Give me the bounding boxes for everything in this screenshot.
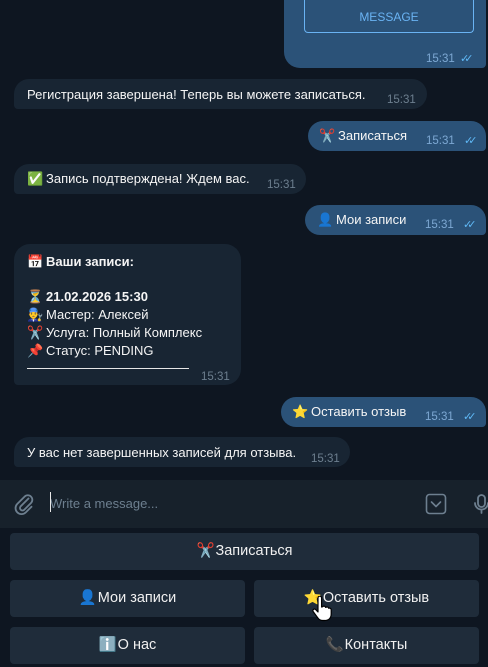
booking-service: ✂️ Услуга: Полный Комплекс	[27, 324, 202, 342]
keyboard-button-contacts[interactable]: 📞Контакты	[254, 627, 479, 664]
read-checkmarks-icon: ✓✓	[463, 219, 477, 231]
info-icon: ℹ️	[98, 637, 117, 654]
keyboard-button-book[interactable]: ✂️Записаться	[10, 533, 479, 570]
bookings-header-label: Ваши записи:	[46, 254, 134, 269]
message-outgoing-with-button: MESSAGE 15:31 ✓✓	[284, 0, 486, 68]
message-incoming-bookings: 📅 Ваши записи: ⏳ 21.02.2026 15:30 👨‍🔧 Масте…	[14, 244, 241, 385]
message-label: Записаться	[338, 128, 408, 143]
message-text: Регистрация завершена! Теперь вы можете …	[27, 87, 366, 102]
booking-date: ⏳ 21.02.2026 15:30	[27, 288, 148, 306]
message-time: 15:31	[311, 453, 340, 465]
message-text: ✅ Запись подтверждена! Ждем вас.	[27, 170, 250, 188]
check-mark-icon: ✅	[27, 171, 44, 186]
message-text: У вас нет завершенных записей для отзыва…	[27, 445, 297, 460]
message-time: 15:31	[201, 371, 230, 383]
message-time: 15:31	[267, 179, 296, 191]
message-input[interactable]: Write a message...	[50, 494, 410, 514]
keyboard-button-label: Записаться	[215, 543, 293, 559]
scissors-icon: ✂️	[196, 543, 215, 560]
booking-date-label: 21.02.2026 15:30	[46, 289, 148, 304]
message-label: Запись подтверждена! Ждем вас.	[46, 171, 250, 186]
message-incoming: У вас нет завершенных записей для отзыва…	[14, 437, 350, 467]
message-composer: Write a message...	[0, 480, 488, 528]
keyboard-button-about[interactable]: ℹ️О нас	[10, 627, 245, 664]
star-icon: ⭐	[292, 404, 309, 419]
booking-master: 👨‍🔧 Мастер: Алексей	[27, 306, 149, 324]
hourglass-icon: ⏳	[27, 289, 44, 304]
reply-keyboard: ✂️Записаться 👤Мои записи ⭐Оставить отзыв…	[0, 528, 488, 667]
scissors-icon: ✂️	[27, 325, 44, 340]
booking-status-label: Статус: PENDING	[46, 343, 154, 358]
user-icon: 👤	[78, 590, 97, 607]
scissors-icon: ✂️	[319, 128, 336, 143]
read-checkmarks-icon: ✓✓	[460, 53, 474, 65]
keyboard-button-label: Оставить отзыв	[322, 590, 430, 606]
message-label: Мои записи	[336, 212, 407, 227]
message-outgoing: 👤 Мои записи 15:31 ✓✓	[305, 205, 486, 235]
pushpin-icon: 📌	[27, 343, 44, 358]
message-time: 15:31	[425, 411, 454, 423]
hand-pointer-cursor-icon	[312, 595, 332, 622]
message-text: 👤 Мои записи	[317, 211, 406, 229]
message-incoming: ✅ Запись подтверждена! Ждем вас. 15:31	[14, 164, 306, 194]
chat-history[interactable]: MESSAGE 15:31 ✓✓ Регистрация завершена! …	[0, 0, 488, 480]
keyboard-button-my-bookings[interactable]: 👤Мои записи	[10, 580, 245, 617]
keyboard-button-label: О нас	[117, 637, 157, 653]
read-checkmarks-icon: ✓✓	[464, 135, 478, 147]
message-time: 15:31	[426, 53, 455, 65]
bot-keyboard-toggle-icon[interactable]	[425, 493, 447, 515]
microphone-icon[interactable]	[470, 492, 488, 516]
keyboard-button-label: Контакты	[344, 637, 408, 653]
message-outgoing: ⭐ Оставить отзыв 15:31 ✓✓	[281, 397, 486, 427]
booking-service-label: Услуга: Полный Комплекс	[46, 325, 203, 340]
booking-status: 📌 Статус: PENDING	[27, 342, 154, 360]
message-time: 15:31	[387, 94, 416, 106]
mechanic-icon: 👨‍🔧	[27, 307, 44, 322]
calendar-icon: 📅	[27, 254, 44, 269]
divider	[27, 368, 189, 369]
keyboard-button-leave-review[interactable]: ⭐Оставить отзыв	[254, 580, 479, 617]
message-time: 15:31	[426, 135, 455, 147]
message-time: 15:31	[425, 219, 454, 231]
message-label: Оставить отзыв	[311, 404, 407, 419]
message-incoming: Регистрация завершена! Теперь вы можете …	[14, 79, 427, 109]
inline-message-button[interactable]: MESSAGE	[304, 0, 474, 33]
booking-master-label: Мастер: Алексей	[46, 307, 149, 322]
message-text: ⭐ Оставить отзыв	[292, 403, 406, 421]
message-text: ✂️ Записаться	[319, 127, 407, 145]
message-outgoing: ✂️ Записаться 15:31 ✓✓	[308, 121, 486, 151]
bookings-header: 📅 Ваши записи:	[27, 253, 134, 271]
user-icon: 👤	[317, 212, 334, 227]
attach-paperclip-icon[interactable]	[12, 492, 36, 516]
read-checkmarks-icon: ✓✓	[463, 411, 477, 423]
keyboard-button-label: Мои записи	[97, 590, 177, 606]
phone-icon: 📞	[325, 637, 344, 654]
text-cursor	[50, 492, 51, 512]
